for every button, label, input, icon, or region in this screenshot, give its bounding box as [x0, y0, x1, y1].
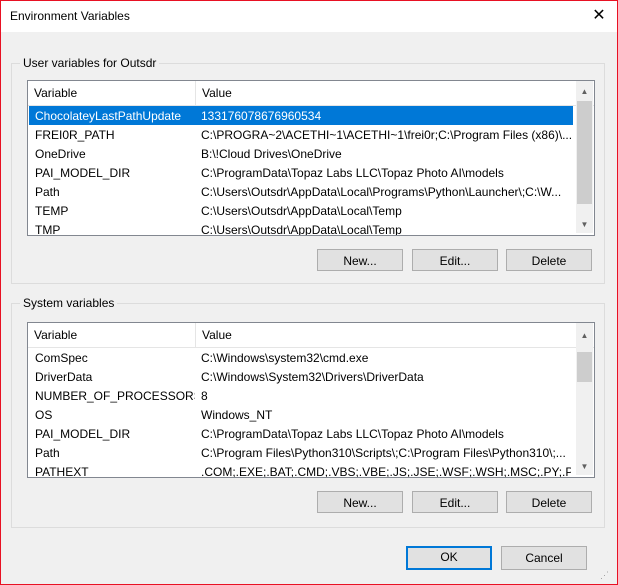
list-item[interactable]: TEMP C:\Users\Outsdr\AppData\Local\Temp [29, 201, 573, 220]
variable-value: B:\!Cloud Drives\OneDrive [201, 147, 342, 161]
system-new-button[interactable]: New... [317, 491, 403, 513]
scroll-thumb[interactable] [577, 101, 592, 204]
list-item[interactable]: Path C:\Users\Outsdr\AppData\Local\Progra… [29, 182, 573, 201]
variable-name: OS [35, 408, 53, 422]
list-item[interactable]: ComSpec C:\Windows\system32\cmd.exe [29, 348, 573, 367]
scroll-down-icon[interactable]: ▼ [576, 216, 593, 233]
window-title: Environment Variables [10, 9, 130, 23]
ok-button[interactable]: OK [406, 546, 492, 570]
user-edit-button[interactable]: Edit... [412, 249, 498, 271]
variable-value: 133176078676960534 [201, 109, 322, 123]
resize-grip-icon[interactable]: ⋰ [600, 569, 612, 581]
cancel-button[interactable]: Cancel [501, 546, 587, 570]
variable-value: C:\Users\Outsdr\AppData\Local\Temp [201, 223, 402, 236]
variable-name: OneDrive [35, 147, 86, 161]
list-item[interactable]: OneDrive B:\!Cloud Drives\OneDrive [29, 144, 573, 163]
variable-name: DriverData [35, 370, 93, 384]
variable-name: TMP [35, 223, 61, 236]
variable-name: Path [35, 185, 60, 199]
system-variables-label: System variables [20, 296, 118, 310]
variable-name: TEMP [35, 204, 69, 218]
variable-value: C:\PROGRA~2\ACETHI~1\ACETHI~1\frei0r;C:\… [201, 128, 571, 142]
variable-value: C:\Windows\System32\Drivers\DriverData [201, 370, 424, 384]
column-divider[interactable] [195, 81, 196, 105]
user-variables-label: User variables for Outsdr [20, 56, 160, 70]
scroll-down-icon[interactable]: ▼ [576, 458, 593, 475]
variable-name: PAI_MODEL_DIR [35, 166, 131, 180]
system-column-value[interactable]: Value [202, 328, 232, 342]
variable-name: PAI_MODEL_DIR [35, 427, 131, 441]
user-new-button[interactable]: New... [317, 249, 403, 271]
list-item[interactable]: DriverData C:\Windows\System32\Drivers\Dr… [29, 367, 573, 386]
scroll-up-icon[interactable]: ▲ [576, 327, 593, 344]
variable-name: ComSpec [35, 351, 88, 365]
system-list-scrollbar[interactable]: ▲ ▼ [576, 323, 593, 475]
system-list-header: Variable Value [28, 323, 594, 348]
user-column-value[interactable]: Value [202, 86, 232, 100]
variable-value: C:\Users\Outsdr\AppData\Local\Temp [201, 204, 402, 218]
variable-name: NUMBER_OF_PROCESSORS [35, 389, 195, 403]
variable-value: C:\Program Files\Python310\Scripts\;C:\P… [201, 446, 566, 460]
column-divider[interactable] [195, 323, 196, 347]
system-column-variable[interactable]: Variable [34, 328, 77, 342]
user-list-header: Variable Value [28, 81, 594, 106]
variable-value: C:\ProgramData\Topaz Labs LLC\Topaz Phot… [201, 166, 504, 180]
user-list-scrollbar[interactable]: ▲ ▼ [576, 81, 593, 233]
list-item[interactable]: PATHEXT .COM;.EXE;.BAT;.CMD;.VBS;.VBE;.JS… [29, 462, 573, 478]
user-delete-button[interactable]: Delete [506, 249, 592, 271]
user-variables-list[interactable]: Variable Value ChocolateyLastPathUpdate 1… [27, 80, 595, 236]
environment-variables-dialog: Environment Variables ✕ User variables f… [0, 0, 618, 585]
variable-value: 8 [201, 389, 208, 403]
variable-value: C:\ProgramData\Topaz Labs LLC\Topaz Phot… [201, 427, 504, 441]
variable-value: .COM;.EXE;.BAT;.CMD;.VBS;.VBE;.JS;.JSE;.… [201, 465, 571, 478]
list-item[interactable]: Path C:\Program Files\Python310\Scripts\;… [29, 443, 573, 462]
variable-value: C:\Windows\system32\cmd.exe [201, 351, 369, 365]
system-variables-list[interactable]: Variable Value ComSpec C:\Windows\system3… [27, 322, 595, 478]
list-item[interactable]: NUMBER_OF_PROCESSORS 8 [29, 386, 573, 405]
variable-name: ChocolateyLastPathUpdate [35, 109, 182, 123]
list-item[interactable]: OS Windows_NT [29, 405, 573, 424]
user-column-variable[interactable]: Variable [34, 86, 77, 100]
list-item[interactable]: TMP C:\Users\Outsdr\AppData\Local\Temp [29, 220, 573, 236]
title-bar: Environment Variables ✕ [1, 1, 617, 32]
list-item[interactable]: PAI_MODEL_DIR C:\ProgramData\Topaz Labs L… [29, 163, 573, 182]
system-edit-button[interactable]: Edit... [412, 491, 498, 513]
list-item[interactable]: FREI0R_PATH C:\PROGRA~2\ACETHI~1\ACETHI~1… [29, 125, 573, 144]
scroll-thumb[interactable] [577, 352, 592, 382]
list-item[interactable]: PAI_MODEL_DIR C:\ProgramData\Topaz Labs L… [29, 424, 573, 443]
system-delete-button[interactable]: Delete [506, 491, 592, 513]
list-item[interactable]: ChocolateyLastPathUpdate 1331760786769605… [29, 106, 573, 125]
scroll-up-icon[interactable]: ▲ [576, 83, 593, 100]
variable-name: PATHEXT [35, 465, 89, 478]
variable-name: FREI0R_PATH [35, 128, 115, 142]
close-icon[interactable]: ✕ [587, 5, 611, 27]
variable-value: Windows_NT [201, 408, 273, 422]
variable-value: C:\Users\Outsdr\AppData\Local\Programs\P… [201, 185, 562, 199]
variable-name: Path [35, 446, 60, 460]
